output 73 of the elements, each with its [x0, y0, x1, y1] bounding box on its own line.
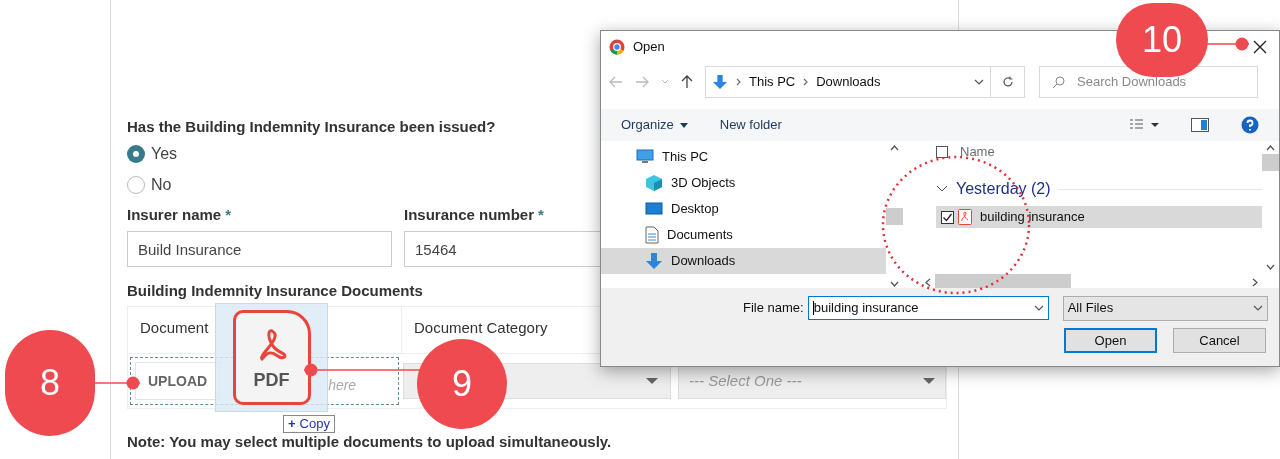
- scroll-left-icon[interactable]: [925, 278, 931, 287]
- breadcrumb-item[interactable]: Downloads: [816, 72, 881, 92]
- folder-tree-item[interactable]: Desktop: [601, 196, 886, 222]
- select-placeholder: --- Select One ---: [689, 370, 802, 391]
- scrollbar-thumb[interactable]: [886, 207, 903, 225]
- chevron-right-icon: [803, 78, 809, 86]
- address-bar[interactable]: This PC Downloads: [705, 66, 1025, 98]
- chevron-down-icon: [1252, 305, 1263, 311]
- caret-icon: [646, 378, 658, 384]
- chevron-icon: [936, 185, 948, 193]
- up-arrow-icon[interactable]: [681, 75, 693, 89]
- column-header[interactable]: Name: [960, 142, 995, 162]
- field-label: Insurance number: [404, 205, 535, 224]
- required-mark: *: [538, 205, 544, 224]
- scroll-up-icon[interactable]: [1266, 145, 1275, 151]
- radio-label: No: [151, 175, 172, 195]
- radio-button[interactable]: [127, 145, 145, 163]
- search-icon: [1052, 75, 1065, 89]
- refresh-icon[interactable]: [1001, 76, 1014, 88]
- question-label: Has the Building Indemnity Insurance been issued?: [127, 117, 496, 137]
- column-header: Document: [140, 319, 209, 336]
- breadcrumb-item[interactable]: This PC: [749, 72, 796, 92]
- badge-label: Copy: [299, 415, 330, 434]
- chevron-right-icon: [736, 78, 741, 86]
- dialog-button[interactable]: Cancel: [1173, 328, 1266, 353]
- folder-tree-item[interactable]: 3D Objects: [601, 170, 886, 196]
- plus-icon: +: [288, 414, 296, 434]
- file-type-select[interactable]: All Files: [1062, 295, 1268, 321]
- scroll-up-icon[interactable]: [890, 145, 899, 151]
- required-mark: *: [225, 205, 232, 224]
- radio-label: Yes: [151, 144, 178, 164]
- section-heading: Building Indemnity Insurance Documents: [127, 281, 423, 300]
- computer-icon: [636, 149, 654, 165]
- file-type-label: PDF: [253, 369, 290, 392]
- cube-icon: [645, 174, 663, 192]
- radio-button[interactable]: [127, 176, 145, 194]
- toolbar-button[interactable]: Organize: [621, 115, 688, 135]
- file-row[interactable]: building insurance: [936, 206, 1262, 228]
- file-checkbox[interactable]: [941, 210, 954, 224]
- scroll-down-icon[interactable]: [1266, 264, 1275, 270]
- folder-tree-item[interactable]: Downloads: [601, 248, 886, 274]
- dialog-button[interactable]: Open: [1064, 328, 1157, 353]
- dialog-title: Open: [633, 38, 665, 57]
- download-arrow-icon: [645, 252, 663, 270]
- monitor-icon: [645, 201, 663, 217]
- help-icon[interactable]: [1241, 116, 1259, 134]
- caret-icon: [923, 378, 935, 384]
- view-list-icon[interactable]: [1129, 119, 1159, 131]
- drop-hint: here: [328, 375, 357, 395]
- group-header[interactable]: Yesterday (2): [936, 178, 1262, 200]
- note-text: Note: You may select multiple documents to upload simultaneously.: [127, 432, 612, 452]
- pdf-icon: [958, 209, 972, 225]
- chevron-down-icon: [1033, 305, 1044, 311]
- callout-number: 10: [1116, 3, 1208, 77]
- scroll-down-icon[interactable]: [890, 281, 899, 287]
- chevron-down-icon[interactable]: [974, 79, 984, 85]
- file-name-label: File name:: [743, 299, 804, 318]
- field-label: Insurer name: [127, 205, 222, 224]
- close-icon[interactable]: [1253, 40, 1267, 54]
- preview-pane-icon[interactable]: [1191, 118, 1209, 132]
- browser-logo-icon: [609, 39, 625, 55]
- file-name-field[interactable]: building insurance: [807, 296, 1049, 320]
- toolbar-button[interactable]: New folder: [719, 115, 782, 135]
- callout-number: 9: [417, 339, 507, 429]
- folder-tree-item[interactable]: This PC: [601, 144, 886, 170]
- text-field[interactable]: Build Insurance: [127, 231, 392, 267]
- column-header: Document Category: [414, 319, 548, 336]
- document-icon: [645, 226, 659, 244]
- scroll-right-icon[interactable]: [1252, 278, 1258, 287]
- download-arrow-icon: [712, 74, 728, 90]
- callout-number: 8: [5, 330, 95, 436]
- select-all-checkbox[interactable]: [936, 146, 948, 158]
- scrollbar-thumb[interactable]: [1262, 154, 1279, 171]
